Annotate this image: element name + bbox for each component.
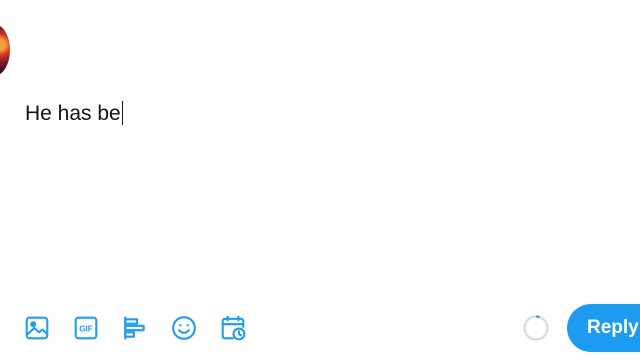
reply-button[interactable]: Reply [567, 304, 640, 352]
compose-text: He has be [25, 102, 121, 125]
poll-icon [124, 316, 145, 340]
schedule-button[interactable] [216, 311, 250, 345]
text-caret [121, 101, 123, 125]
gif-icon: GIF [74, 316, 98, 340]
compose-toolbar: GIF [20, 308, 265, 348]
progress-track [523, 315, 549, 341]
schedule-icon [221, 315, 246, 341]
add-emoji-button[interactable] [167, 311, 201, 345]
emoji-icon [172, 316, 196, 340]
character-count-ring [523, 315, 549, 341]
add-gif-button[interactable]: GIF [69, 311, 103, 345]
compose-textarea[interactable]: He has be [25, 101, 123, 127]
add-media-button[interactable] [20, 311, 54, 345]
image-icon [25, 316, 49, 340]
avatar[interactable] [0, 24, 10, 76]
reply-composer: He has be GIF Reply [0, 0, 640, 360]
add-poll-button[interactable] [118, 311, 152, 345]
gif-icon-label: GIF [79, 324, 93, 333]
